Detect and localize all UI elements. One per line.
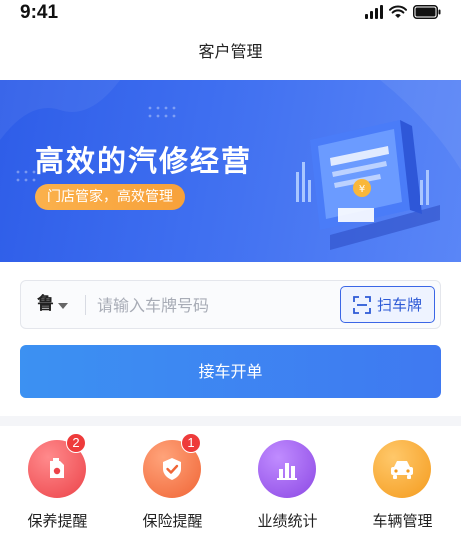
maintenance-reminder-badge: 2 — [66, 433, 86, 453]
banner-tagline: 门店管家，高效管理 — [35, 184, 185, 210]
scan-icon — [353, 295, 371, 314]
quick-entry-vehicle-management[interactable]: 车辆管理 — [345, 430, 460, 537]
quick-entry-label: 业绩统计 — [257, 512, 318, 530]
quick-entry-maintenance-reminder[interactable]: 2 保养提醒 — [0, 430, 115, 537]
section-divider — [0, 416, 461, 426]
signal-icon — [365, 5, 383, 19]
quick-entry-label: 保养提醒 — [27, 512, 88, 530]
status-bar: 9:41 — [0, 0, 461, 28]
bar-chart-icon — [258, 440, 316, 498]
battery-icon — [413, 5, 441, 19]
quick-entry-label: 保险提醒 — [142, 512, 203, 530]
quick-entry-insurance-reminder[interactable]: 1 保险提醒 — [115, 430, 230, 537]
status-icons — [365, 5, 441, 19]
page-title: 客户管理 — [198, 42, 263, 61]
divider — [85, 295, 86, 315]
insurance-reminder-badge: 1 — [181, 433, 201, 453]
promo-banner[interactable]: ¥ 高效的汽修经营 门店管家，高效管理 — [0, 80, 461, 262]
status-time: 9:41 — [20, 2, 59, 23]
scan-plate-label: 扫车牌 — [376, 296, 422, 314]
plate-number-input[interactable] — [97, 290, 337, 320]
quick-entry-label: 车辆管理 — [372, 512, 433, 530]
svg-text:¥: ¥ — [359, 184, 365, 195]
scan-plate-button[interactable]: 扫车牌 — [340, 286, 435, 323]
province-label: 鲁 — [37, 294, 54, 314]
car-icon — [373, 440, 431, 498]
quick-entry-grid: 2 保养提醒 1 保险提醒 业绩统计 车辆管理 — [0, 430, 461, 537]
plate-input-group: 鲁 扫车牌 — [20, 280, 441, 329]
province-selector[interactable]: 鲁 — [37, 281, 68, 328]
chevron-down-icon — [58, 302, 68, 309]
open-order-button[interactable]: 接车开单 — [20, 345, 441, 398]
banner-title: 高效的汽修经营 — [35, 144, 253, 178]
quick-entry-performance-stats[interactable]: 业绩统计 — [230, 430, 345, 537]
wifi-icon — [389, 5, 407, 18]
